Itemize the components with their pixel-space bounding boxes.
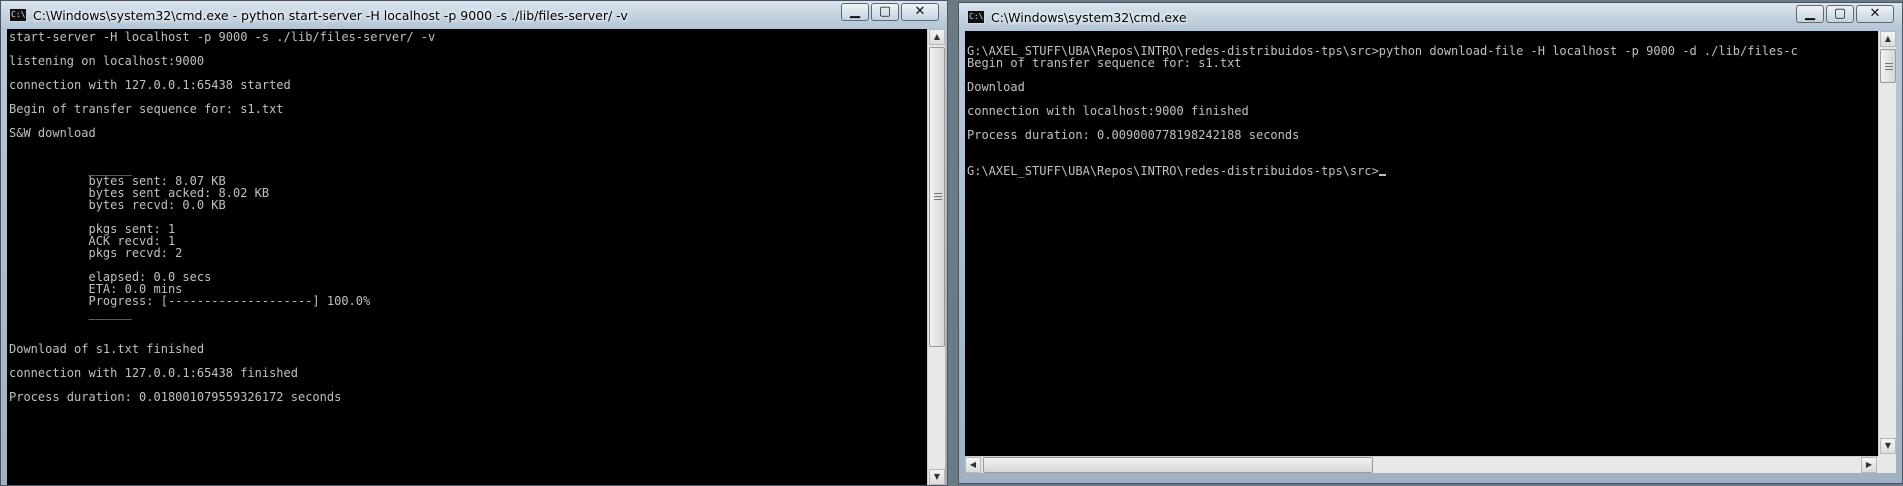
- scroll-left-arrow-icon[interactable]: ◀: [965, 457, 981, 473]
- vertical-scrollbar[interactable]: ▲ ▼: [1878, 31, 1896, 456]
- horizontal-scrollbar[interactable]: ◀ ▶: [965, 456, 1878, 473]
- scrollbar-corner: [1878, 456, 1896, 473]
- scroll-thumb[interactable]: [929, 47, 945, 347]
- console-output[interactable]: G:\AXEL_STUFF\UBA\Repos\INTRO\redes-dist…: [965, 31, 1878, 456]
- vertical-scrollbar[interactable]: ▲ ▼: [927, 29, 945, 485]
- cmd-icon[interactable]: [967, 10, 985, 24]
- scroll-right-arrow-icon[interactable]: ▶: [1861, 457, 1877, 473]
- console-line: Begin of transfer sequence for: s1.txt: [9, 102, 284, 116]
- console-line: bytes recvd: 0.0 KB: [9, 198, 226, 212]
- maximize-button[interactable]: ▢: [871, 3, 899, 21]
- scroll-down-arrow-icon[interactable]: ▼: [1880, 438, 1896, 454]
- client-console-window[interactable]: C:\Windows\system32\cmd.exe ▁ ▢ ✕ G:\AXE…: [958, 2, 1903, 484]
- console-line: G:\AXEL_STUFF\UBA\Repos\INTRO\redes-dist…: [967, 165, 1798, 177]
- console-line: connection with localhost:9000 finished: [967, 104, 1249, 118]
- scroll-up-arrow-icon[interactable]: ▲: [1880, 31, 1896, 47]
- console-line: Process duration: 0.009000778198242188 s…: [967, 128, 1300, 142]
- console-line: connection with 127.0.0.1:65438 started: [9, 78, 291, 92]
- title-bar[interactable]: C:\Windows\system32\cmd.exe ▁ ▢ ✕: [959, 3, 1902, 31]
- console-line: ______: [9, 306, 132, 320]
- console-line: Process duration: 0.018001079559326172 s…: [9, 390, 342, 404]
- text-cursor: [1378, 174, 1386, 176]
- console-text: G:\AXEL_STUFF\UBA\Repos\INTRO\redes-dist…: [967, 33, 1798, 177]
- horizontal-scroll-thumb[interactable]: [983, 457, 1373, 473]
- console-line: Begin of transfer sequence for: s1.txt: [967, 56, 1242, 70]
- window-title: C:\Windows\system32\cmd.exe - python sta…: [33, 7, 628, 23]
- server-console-window[interactable]: C:\Windows\system32\cmd.exe - python sta…: [0, 0, 948, 486]
- window-title: C:\Windows\system32\cmd.exe: [991, 9, 1187, 25]
- minimize-button[interactable]: ▁: [841, 3, 869, 21]
- scroll-up-arrow-icon[interactable]: ▲: [929, 29, 945, 45]
- close-button[interactable]: ✕: [901, 3, 939, 21]
- cmd-icon[interactable]: [9, 8, 27, 22]
- console-output[interactable]: start-server -H localhost -p 9000 -s ./l…: [7, 29, 927, 485]
- console-line: Download of s1.txt finished: [9, 342, 205, 356]
- console-line: connection with 127.0.0.1:65438 finished: [9, 366, 298, 380]
- console-line: start-server -H localhost -p 9000 -s ./l…: [9, 30, 436, 44]
- close-button[interactable]: ✕: [1856, 5, 1894, 23]
- console-text: start-server -H localhost -p 9000 -s ./l…: [9, 31, 435, 403]
- console-line: listening on localhost:9000: [9, 54, 205, 68]
- console-line: Download: [967, 80, 1025, 94]
- scroll-down-arrow-icon[interactable]: ▼: [929, 469, 945, 485]
- console-line: pkgs recvd: 2: [9, 246, 183, 260]
- maximize-button[interactable]: ▢: [1826, 5, 1854, 23]
- minimize-button[interactable]: ▁: [1796, 5, 1824, 23]
- scroll-thumb[interactable]: [1880, 49, 1896, 83]
- title-bar[interactable]: C:\Windows\system32\cmd.exe - python sta…: [1, 1, 947, 29]
- console-line: S&W download: [9, 126, 96, 140]
